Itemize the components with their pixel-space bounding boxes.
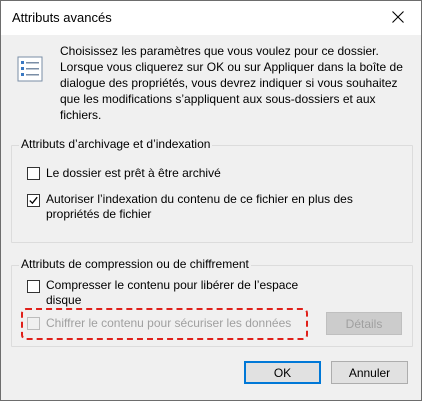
index-checkbox-label: Autoriser l’indexation du contenu de ce …: [46, 192, 353, 221]
close-icon: [392, 11, 404, 23]
checkmark-icon: [29, 196, 38, 205]
ok-button[interactable]: OK: [244, 361, 321, 384]
archive-group-label: Attributs d’archivage et d’indexation: [19, 137, 213, 151]
encrypt-highlight-box: [21, 308, 308, 340]
compress-checkbox-label: Compresser le contenu pour libérer de l’…: [46, 278, 299, 307]
archive-checkbox[interactable]: [27, 167, 40, 180]
cancel-button[interactable]: Annuler: [331, 361, 408, 384]
advanced-attributes-dialog: Attributs avancés Choisissez les paramèt…: [0, 0, 422, 401]
index-checkbox[interactable]: [27, 194, 40, 207]
properties-list-icon: [17, 56, 43, 82]
close-button[interactable]: [375, 1, 421, 33]
compress-checkbox[interactable]: [27, 280, 40, 293]
intro-description: Choisissez les paramètres que vous voule…: [60, 44, 403, 122]
compress-group-label: Attributs de compression ou de chiffreme…: [19, 257, 251, 271]
details-button[interactable]: Détails: [326, 312, 402, 335]
window-title: Attributs avancés: [12, 10, 112, 25]
archive-checkbox-label: Le dossier est prêt à être archivé: [46, 166, 221, 180]
title-bar: Attributs avancés: [1, 1, 421, 35]
